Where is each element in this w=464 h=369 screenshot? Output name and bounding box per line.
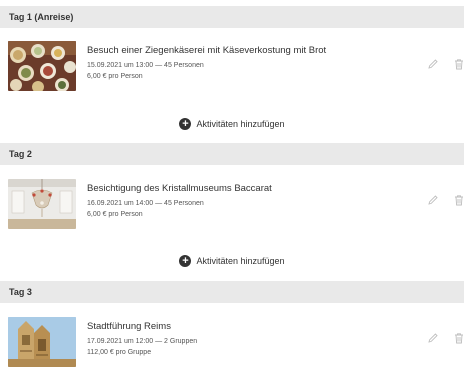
activity-details-2: Besichtigung des Kristallmuseums Baccara… [87,182,404,220]
trash-icon[interactable] [453,332,464,344]
pencil-icon[interactable] [427,194,439,206]
activity-date-participants: 16.09.2021 um 14:00 — 45 Personen [87,200,204,207]
plus-circle-icon: + [179,118,192,130]
activity-date-participants: 17.09.2021 um 12:00 — 2 Gruppen [87,338,198,345]
trash-icon[interactable] [453,58,464,70]
activity-title[interactable]: Besichtigung des Kristallmuseums Baccara… [87,182,404,195]
activity-item-2: Besichtigung des Kristallmuseums Baccara… [0,179,464,231]
plus-circle-icon: + [179,255,192,267]
activity-price: 6,00 € pro Person [87,73,143,80]
activity-details-3: Stadtführung Reims 17.09.2021 um 12:00 —… [87,320,404,358]
add-activity-label: Aktivitäten hinzufügen [196,256,285,266]
activity-item-3: Stadtführung Reims 17.09.2021 um 12:00 —… [0,317,464,369]
activity-title[interactable]: Besuch einer Ziegenkäserei mit Käseverko… [87,44,404,57]
day-header-2: Tag 2 [0,143,464,165]
chandelier-photo[interactable] [8,179,76,229]
activity-item-1: Besuch einer Ziegenkäserei mit Käseverko… [0,41,464,93]
activity-price: 112,00 € pro Gruppe [87,349,152,356]
cathedral-photo[interactable] [8,317,76,367]
pencil-icon[interactable] [427,332,439,344]
activity-details-1: Besuch einer Ziegenkäserei mit Käseverko… [87,44,404,82]
add-activity-button-2[interactable]: + Aktivitäten hinzufügen [0,252,464,270]
cheese-plates-photo[interactable] [8,41,76,91]
activity-title[interactable]: Stadtführung Reims [87,320,404,333]
day-header-3: Tag 3 [0,281,464,303]
pencil-icon[interactable] [427,58,439,70]
trash-icon[interactable] [453,194,464,206]
add-activity-label: Aktivitäten hinzufügen [196,119,285,129]
day-header-1: Tag 1 (Anreise) [0,6,464,28]
activity-date-participants: 15.09.2021 um 13:00 — 45 Personen [87,62,204,69]
trip-program: Tag 1 (Anreise) Besuch einer Ziegenkäser… [0,0,464,367]
add-activity-button-1[interactable]: + Aktivitäten hinzufügen [0,115,464,133]
activity-price: 6,00 € pro Person [87,211,143,218]
